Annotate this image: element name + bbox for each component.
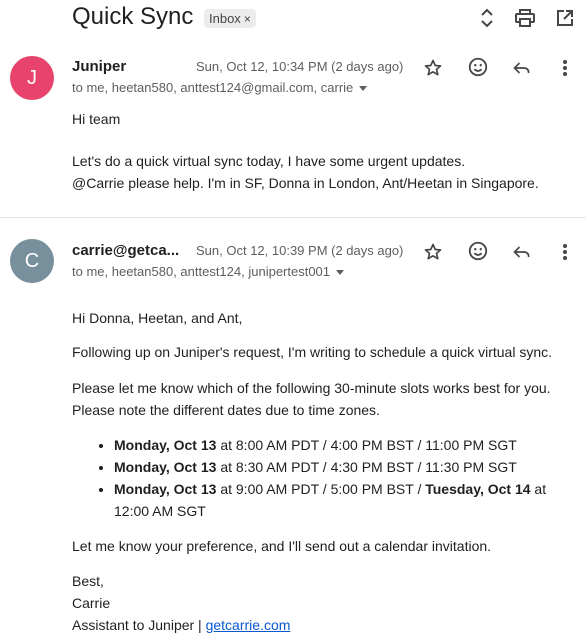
reply-icon[interactable]: [510, 240, 534, 264]
slot-day: Monday, Oct 13: [114, 481, 217, 497]
signature-role: Assistant to Juniper | getcarrie.com: [72, 614, 290, 636]
remove-label-icon[interactable]: ×: [244, 12, 251, 26]
print-icon[interactable]: [514, 7, 536, 29]
slot-day-secondary: Tuesday, Oct 14: [425, 481, 531, 497]
list-item: Monday, Oct 13 at 8:00 AM PDT / 4:00 PM …: [114, 434, 584, 456]
emoji-react-icon[interactable]: [466, 239, 490, 263]
slot-day: Monday, Oct 13: [114, 459, 217, 475]
body-paragraph: Please note the different dates due to t…: [72, 402, 380, 418]
star-icon[interactable]: [421, 56, 445, 80]
more-options-icon[interactable]: [553, 240, 577, 264]
recipients-line[interactable]: to me, heetan580, anttest124@gmail.com, …: [72, 80, 368, 95]
emoji-react-icon[interactable]: [466, 55, 490, 79]
thread-header: Quick Sync Inbox ×: [0, 0, 586, 40]
slot-time: at 9:00 AM PDT / 5:00 PM BST /: [216, 481, 426, 497]
more-options-icon[interactable]: [553, 56, 577, 80]
body-paragraph: Please let me know which of the followin…: [72, 380, 551, 396]
body-line: @Carrie please help. I'm in SF, Donna in…: [72, 175, 539, 191]
recipients-text: to me, heetan580, anttest124, junipertes…: [72, 264, 331, 279]
reply-icon[interactable]: [510, 56, 534, 80]
star-icon[interactable]: [421, 240, 445, 264]
slot-time: at 8:00 AM PDT / 4:00 PM BST / 11:00 PM …: [216, 437, 517, 453]
time-slot-list: Monday, Oct 13 at 8:00 AM PDT / 4:00 PM …: [114, 434, 584, 522]
sender-name[interactable]: Juniper: [72, 58, 126, 75]
chevron-down-icon[interactable]: [336, 270, 345, 276]
signature-role-text: Assistant to Juniper |: [72, 617, 206, 633]
body-line: Hi team: [72, 111, 121, 127]
sender-name[interactable]: carrie@getca...: [72, 242, 179, 259]
label-text: Inbox: [209, 11, 241, 26]
closing-line: Let me know your preference, and I'll se…: [72, 538, 492, 554]
message-date: Sun, Oct 12, 10:39 PM (2 days ago): [196, 243, 404, 258]
chevron-down-icon[interactable]: [359, 86, 368, 92]
recipients-text: to me, heetan580, anttest124@gmail.com, …: [72, 80, 354, 95]
message-date: Sun, Oct 12, 10:34 PM (2 days ago): [196, 59, 404, 74]
signature-link[interactable]: getcarrie.com: [206, 617, 291, 633]
list-item: Monday, Oct 13 at 9:00 AM PDT / 5:00 PM …: [114, 478, 584, 522]
inbox-label-chip[interactable]: Inbox ×: [204, 9, 256, 28]
expand-collapse-icon[interactable]: [476, 7, 498, 29]
avatar[interactable]: C: [10, 239, 54, 283]
slot-day: Monday, Oct 13: [114, 437, 217, 453]
message-divider: [0, 217, 586, 218]
slot-time: at 8:30 AM PDT / 4:30 PM BST / 11:30 PM …: [216, 459, 517, 475]
signoff: Best,: [72, 573, 104, 589]
body-paragraph: Following up on Juniper's request, I'm w…: [72, 344, 553, 360]
body-line: Let's do a quick virtual sync today, I h…: [72, 153, 466, 169]
recipients-line[interactable]: to me, heetan580, anttest124, junipertes…: [72, 264, 345, 279]
list-item: Monday, Oct 13 at 8:30 AM PDT / 4:30 PM …: [114, 456, 584, 478]
thread-subject: Quick Sync: [72, 3, 194, 30]
signature-name: Carrie: [72, 595, 111, 611]
avatar[interactable]: J: [10, 56, 54, 100]
open-new-window-icon[interactable]: [554, 7, 576, 29]
greeting: Hi Donna, Heetan, and Ant,: [72, 310, 243, 326]
